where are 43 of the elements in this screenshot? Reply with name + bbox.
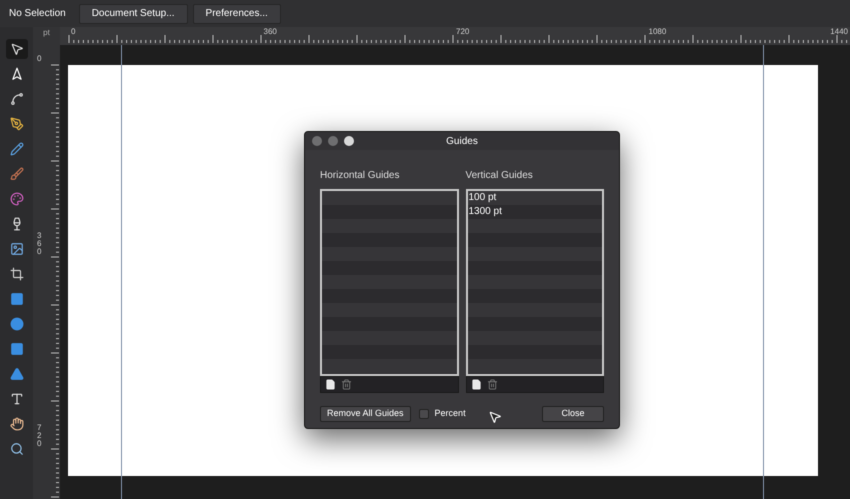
ruler-label: 720 [456, 27, 470, 37]
rounded-square-icon [10, 342, 24, 356]
toolbar-button[interactable]: Document Setup... [78, 4, 188, 24]
ruler-label: 0 [37, 55, 42, 63]
pencil-icon [10, 142, 24, 156]
close-button[interactable]: Close [542, 406, 604, 422]
trash-icon[interactable] [341, 379, 352, 390]
pen-icon [10, 117, 24, 131]
ruler-label: 0 [71, 27, 76, 37]
toolbar-button[interactable]: Preferences... [192, 4, 281, 24]
ruler-label: 360 [37, 232, 42, 256]
arrow-icon [10, 67, 24, 81]
crop-icon [10, 267, 24, 281]
mouse-cursor-icon [488, 410, 502, 424]
checkbox-label: Percent [434, 407, 466, 420]
list-label: Vertical Guides [466, 169, 534, 183]
zoom-icon [10, 442, 24, 456]
ruler-label: 720 [37, 424, 42, 448]
pointer-icon [10, 42, 24, 56]
new-document-icon[interactable] [470, 379, 482, 390]
curve-node-icon [10, 92, 24, 106]
selection-status: No Selection [9, 7, 66, 21]
list-item[interactable]: 1300 pt [468, 206, 502, 218]
remove-all-guides-button[interactable]: Remove All Guides [320, 406, 411, 422]
color-wheel-icon [10, 192, 24, 206]
list-label: Horizontal Guides [320, 169, 400, 183]
new-document-icon[interactable] [325, 379, 336, 390]
hand-icon [10, 417, 24, 431]
ruler-label: 360 [264, 27, 277, 37]
dialog-title: Guides [446, 134, 478, 148]
list-item[interactable]: 100 pt [468, 192, 496, 204]
text-icon [10, 392, 24, 406]
triangle-icon [10, 367, 24, 381]
image-icon [10, 242, 24, 256]
rectangle-icon [10, 292, 24, 306]
tool-button[interactable] [6, 39, 28, 59]
ruler-unit: pt [43, 27, 50, 39]
ruler-label: 1440 [830, 27, 848, 37]
ellipse-icon [10, 317, 24, 331]
ruler-label: 1080 [648, 27, 666, 37]
checkbox[interactable] [418, 409, 429, 419]
trash-icon[interactable] [486, 379, 498, 390]
brush-icon [10, 167, 24, 181]
